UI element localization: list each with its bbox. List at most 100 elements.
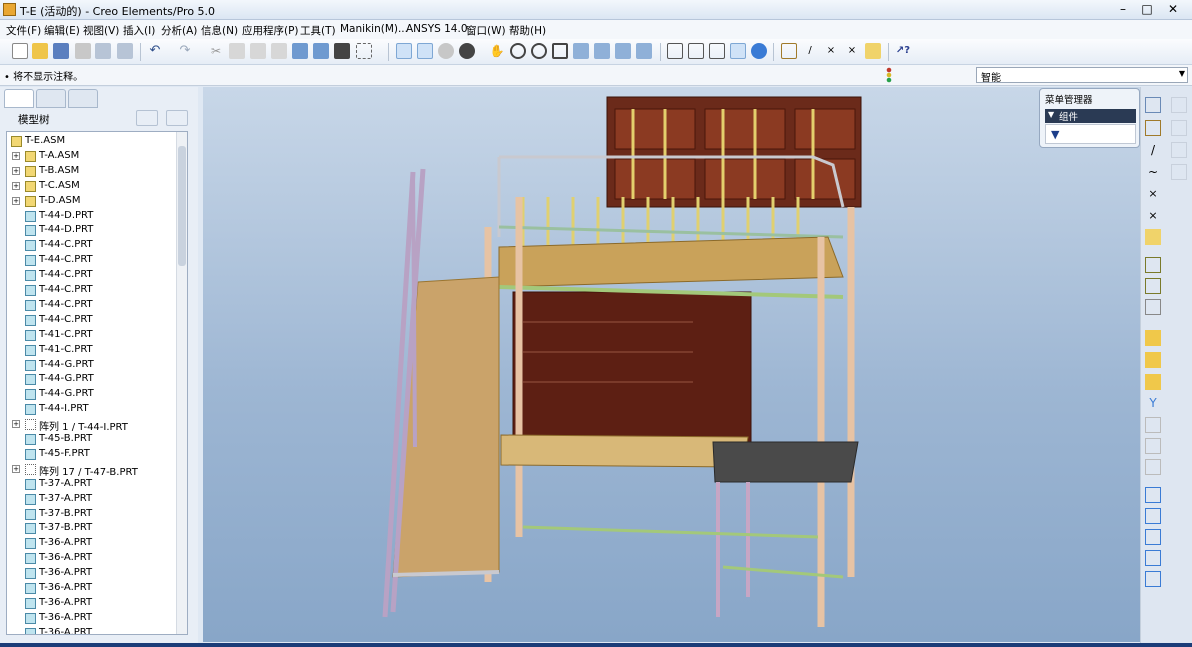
tree-row[interactable]: T-37-A.PRT [7,477,177,492]
datum-plane-icon[interactable] [1145,120,1161,136]
tree-expand-icon[interactable]: + [12,464,20,473]
tree-expand-icon[interactable]: + [12,151,20,160]
close-button[interactable]: ✕ [1162,1,1184,17]
repaint-icon[interactable] [396,43,412,59]
zoom-out-icon[interactable] [531,43,547,59]
tree-row[interactable]: T-44-C.PRT [7,238,177,253]
tree-row[interactable]: T-36-A.PRT [7,611,177,626]
toolbar-column-icon[interactable] [1171,97,1187,113]
appearance-icon[interactable] [459,43,475,59]
datum-point-icon[interactable]: × [1145,186,1161,202]
email-icon[interactable] [95,43,111,59]
tree-row[interactable]: T-44-C.PRT [7,298,177,313]
orient-mode-icon[interactable] [438,43,454,59]
tree-row[interactable]: + T-B.ASM [7,164,177,179]
wireframe-icon[interactable] [667,43,683,59]
layers-icon[interactable] [615,43,631,59]
menu-applications[interactable]: 应用程序(P) [242,23,299,38]
context-help-icon[interactable]: ↗? [895,43,911,59]
menu-insert[interactable]: 插入(I) [123,23,155,38]
tree-row[interactable]: T-36-A.PRT [7,581,177,596]
menu-manager-body[interactable]: ▼ [1045,124,1136,144]
chamfer-icon[interactable] [1145,438,1161,454]
toolbar-column-icon[interactable] [1171,120,1187,136]
tree-row[interactable]: T-36-A.PRT [7,596,177,611]
cut-feature-icon[interactable] [1145,352,1161,368]
tree-row[interactable]: T-36-A.PRT [7,566,177,581]
tree-row[interactable]: T-36-A.PRT [7,536,177,551]
datum-curve-icon[interactable]: ~ [1145,164,1161,180]
create-component-icon[interactable] [1145,278,1161,294]
tree-row[interactable]: T-45-F.PRT [7,447,177,462]
no-hidden-icon[interactable] [709,43,725,59]
tab-model-tree[interactable] [4,89,34,108]
tree-row[interactable]: T-44-C.PRT [7,313,177,328]
round-icon[interactable] [1145,417,1161,433]
tree-row[interactable]: T-44-G.PRT [7,372,177,387]
tree-row[interactable]: T-36-A.PRT [7,551,177,566]
maximize-button[interactable]: □ [1136,1,1158,17]
menu-manikin[interactable]: Manikin(M)... [340,23,408,35]
datum-planes-icon[interactable] [781,43,797,59]
paste-special-icon[interactable] [271,43,287,59]
new-icon[interactable] [12,43,28,59]
regen-manager-icon[interactable] [313,43,329,59]
tree-columns-icon[interactable] [166,110,188,126]
tab-favorites[interactable] [68,89,98,108]
hole-icon[interactable] [1145,330,1161,346]
view-manager-icon[interactable] [636,43,652,59]
select-box-icon[interactable] [356,43,372,59]
menu-window[interactable]: 窗口(W) [466,23,506,38]
tree-row[interactable]: + T-A.ASM [7,149,177,164]
tree-row[interactable]: T-37-B.PRT [7,507,177,522]
tree-row[interactable]: T-44-D.PRT [7,223,177,238]
tree-row[interactable]: T-41-C.PRT [7,343,177,358]
tree-row[interactable]: T-37-A.PRT [7,492,177,507]
tree-expand-icon[interactable]: + [12,166,20,175]
analysis-feature-icon[interactable] [1145,229,1161,245]
open-icon[interactable] [32,43,48,59]
datum-axis-icon[interactable]: / [1145,142,1161,158]
zoom-in-icon[interactable] [510,43,526,59]
tree-expand-icon[interactable]: + [12,181,20,190]
tree-row[interactable]: T-44-C.PRT [7,253,177,268]
tree-row[interactable]: T-44-C.PRT [7,283,177,298]
email-attach-icon[interactable] [117,43,133,59]
toolbar-column-icon[interactable] [1171,164,1187,180]
coordinate-systems-icon[interactable]: ⨯ [844,43,860,59]
pattern-icon[interactable] [1145,374,1161,390]
menu-ansys[interactable]: ANSYS 14.0 [406,23,468,35]
tree-row[interactable]: T-36-A.PRT [7,626,177,634]
coordinate-system-icon[interactable]: ⨯ [1145,208,1161,224]
toolbar-column-icon[interactable] [1171,142,1187,158]
datum-points-icon[interactable]: × [823,43,839,59]
menu-info[interactable]: 信息(N) [201,23,238,38]
tree-expand-icon[interactable]: + [12,420,20,429]
tree-row[interactable]: + 阵列 17 / T-47-B.PRT [7,462,177,478]
draft-icon[interactable] [1145,459,1161,475]
menu-edit[interactable]: 编辑(E) [44,23,80,38]
menu-view[interactable]: 视图(V) [83,23,119,38]
tree-row[interactable]: T-44-G.PRT [7,358,177,373]
tree-row[interactable]: T-44-I.PRT [7,402,177,417]
regenerate-icon[interactable] [292,43,308,59]
undo-icon[interactable]: ↶ [147,43,163,59]
tree-row[interactable]: T-44-G.PRT [7,387,177,402]
annotations-icon[interactable] [865,43,881,59]
menu-file[interactable]: 文件(F) [6,23,41,38]
reorient-icon[interactable] [573,43,589,59]
menu-help[interactable]: 帮助(H) [509,23,546,38]
hidden-line-icon[interactable] [688,43,704,59]
tree-row[interactable]: T-37-B.PRT [7,521,177,536]
menu-tools[interactable]: 工具(T) [300,23,336,38]
trim-icon[interactable] [1145,529,1161,545]
extend-icon[interactable] [1145,550,1161,566]
tree-scrollbar[interactable] [176,132,187,634]
merge-icon[interactable] [1145,508,1161,524]
tree-row[interactable]: + T-D.ASM [7,194,177,209]
tree-settings-icon[interactable] [136,110,158,126]
tree-row[interactable]: T-44-C.PRT [7,268,177,283]
offset-icon[interactable] [1145,571,1161,587]
selection-filter-dropdown[interactable]: 智能 ▼ [976,67,1188,84]
spin-center-icon[interactable] [417,43,433,59]
